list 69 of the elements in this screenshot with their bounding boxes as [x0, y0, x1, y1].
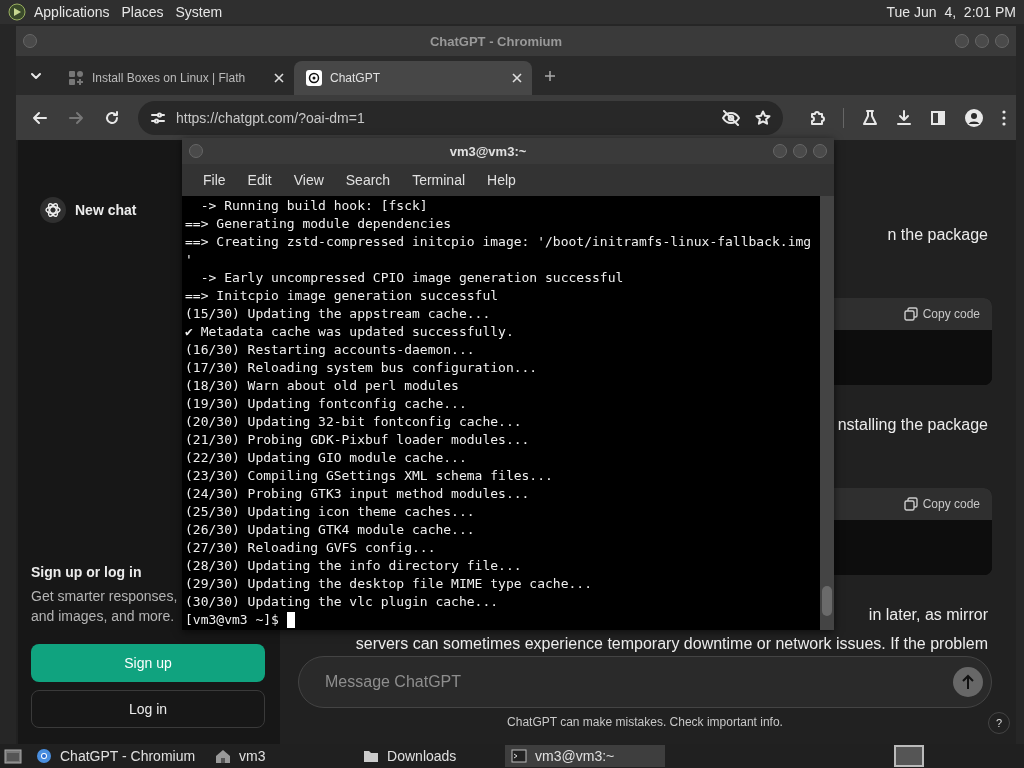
reload-icon[interactable] [104, 109, 120, 126]
back-icon[interactable] [32, 109, 48, 126]
menu-item[interactable]: Applications [34, 4, 110, 20]
window-title: ChatGPT - Chromium [428, 33, 564, 49]
workspace-switcher[interactable] [894, 745, 924, 767]
show-desktop-icon[interactable] [4, 748, 22, 764]
menu-item[interactable]: Search [334, 172, 402, 188]
help-button[interactable]: ? [988, 712, 1010, 734]
window-title: vm3@vm3:~ [448, 143, 528, 159]
text-cursor [286, 612, 295, 628]
sign-in-heading: Sign up or log in [31, 564, 142, 580]
copy-icon [903, 307, 918, 321]
menu-item[interactable]: System [175, 4, 223, 20]
copy-code-button[interactable]: Copy code [903, 497, 980, 511]
message-input[interactable]: Message ChatGPT [323, 672, 953, 692]
copy-icon [903, 497, 918, 511]
message-text: nstalling the package [837, 415, 988, 435]
close-icon[interactable] [512, 73, 522, 83]
clock: Tue Jun 4, 2:01 PM [886, 4, 1016, 20]
url-text: https://chatgpt.com/?oai-dm=1 [176, 109, 366, 126]
app-menu-icon[interactable] [8, 3, 26, 21]
taskbar-item[interactable]: vm3 [209, 745, 350, 767]
tab-favicon [306, 70, 322, 86]
promo-text: and images, and more. [31, 607, 175, 626]
menu-item[interactable]: Terminal [401, 172, 477, 188]
tab-title: Install Boxes on Linux | Flath [92, 71, 247, 85]
tab-favicon [68, 70, 84, 86]
profile-icon[interactable] [964, 107, 984, 128]
browser-tab[interactable]: Install Boxes on Linux | Flath [56, 61, 294, 95]
arrow-up-icon [961, 674, 975, 690]
site-settings-icon[interactable] [150, 109, 166, 126]
eye-off-icon[interactable] [721, 109, 741, 126]
scroll-thumb[interactable] [822, 586, 832, 616]
copy-code-button[interactable]: Copy code [903, 307, 980, 321]
star-icon[interactable] [755, 109, 771, 126]
disclaimer-text: ChatGPT can make mistakes. Check important info. [507, 715, 783, 729]
folder-icon [363, 748, 380, 764]
menu-item[interactable]: Places [121, 4, 164, 20]
message-text: n the package [887, 225, 988, 245]
terminal-output: -> Running build hook: [fsck] ==> Generating module dependencies ==> Creating zstd-compressed initcpio image: '/boot/initramfs-linux-fallback.img ' -> Early uncompressed CPIO image generation successful ==> Initcpio image generation successful (15/30) Updating the appstream cache... ✔ Metadata cache was updated successfully. (16/30) Restarting accounts-daemon... (17/30) Reloading system bus configuration... (18/30) Warn about old perl modules (19/30) Updating fontconfig cache... (20/30) Updating 32-bit fontconfig cache... (21/30) Probing GDK-Pixbuf loader modules... (22/30) Updating GIO module cache... (23/30) Compiling GSettings XML schema files... (24/30) Probing GTK3 input method modules... (25/30) Updating icon theme caches... (26/30) Updating GTK4 module cache... (27/30) Reloading GVFS config... (28/30) Updating the info directory file... (29/30) Updating the desktop file MIME type cache... (30/30) Updating the vlc plugin cache... [vm3@vm3 ~]$ [184, 197, 813, 630]
tab-title: ChatGPT [330, 71, 381, 85]
taskbar-item[interactable]: ChatGPT - Chromium [30, 745, 202, 767]
download-icon[interactable] [896, 109, 912, 126]
browser-tab[interactable]: ChatGPT [294, 61, 532, 95]
taskbar-item[interactable]: Downloads [357, 745, 498, 767]
menu-item[interactable]: Help [476, 172, 527, 188]
message-text: servers can sometimes experience temporary downtime or network issues. If the problem [355, 634, 988, 654]
close-icon[interactable] [274, 73, 284, 83]
new-chat-item[interactable]: New chat [31, 196, 137, 224]
scrollbar[interactable] [820, 196, 834, 630]
terminal-icon [511, 748, 528, 764]
menu-icon[interactable] [1002, 109, 1006, 126]
menu-item[interactable]: File [192, 172, 237, 188]
send-button[interactable] [953, 667, 983, 697]
chatgpt-logo-icon [39, 196, 67, 224]
menu-item[interactable]: Edit [236, 172, 283, 188]
address-bar[interactable]: https://chatgpt.com/?oai-dm=1 [138, 100, 783, 135]
side-panel-icon[interactable] [930, 109, 946, 126]
taskbar-item[interactable]: vm3@vm3:~ [505, 745, 666, 767]
menu-item[interactable]: View [282, 172, 335, 188]
home-folder-icon [215, 748, 232, 764]
promo-text: Get smarter responses, [31, 587, 178, 606]
puzzle-icon[interactable] [809, 109, 825, 126]
message-text: in later, as mirror [868, 605, 988, 625]
log-in-button[interactable]: Log in [31, 690, 265, 728]
flask-icon[interactable] [862, 109, 878, 126]
new-tab-icon[interactable] [544, 69, 556, 82]
message-composer[interactable]: Message ChatGPT [298, 656, 992, 708]
browser-icon [36, 748, 52, 764]
